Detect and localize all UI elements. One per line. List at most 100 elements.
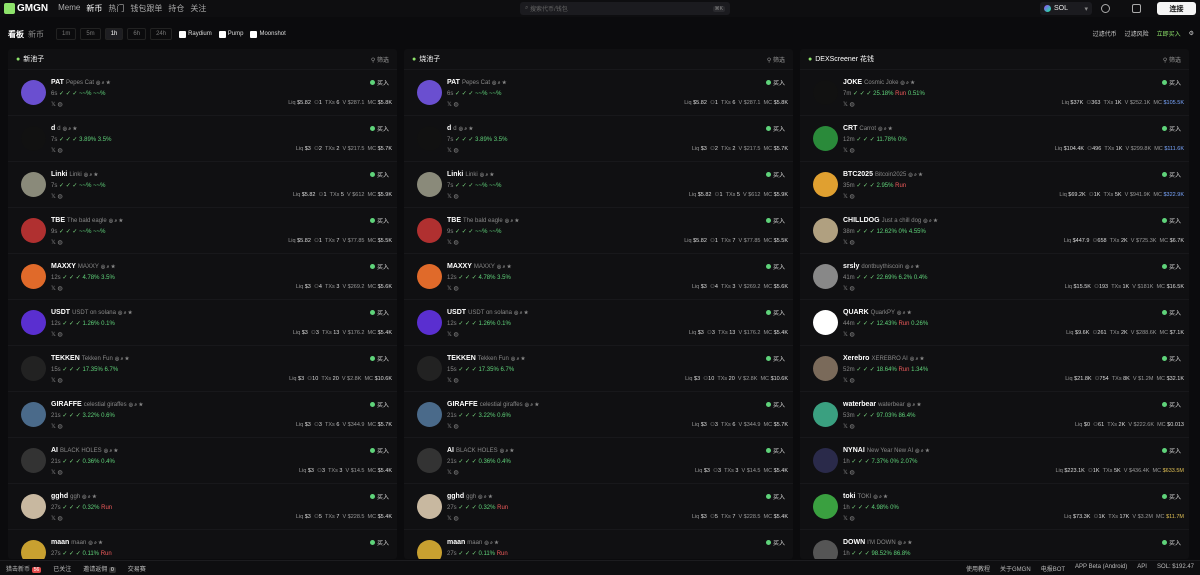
gear-icon[interactable]: ⚙: [1189, 30, 1194, 37]
token-card[interactable]: DOWN I'M DOWN ◎ ⌕ ★ 1h ✓ ✓ ✓ 98.52% 86.8% …: [800, 529, 1189, 559]
token-card[interactable]: Xerebro XEREBRO AI ◎ ⌕ ★ 52m ✓ ✓ ✓ 18.64% …: [800, 345, 1189, 391]
token-social-icons[interactable]: ◎ ⌕ ★: [101, 264, 115, 270]
token-social-icons[interactable]: ◎ ⌕ ★: [511, 356, 525, 362]
timeframe-5m[interactable]: 5m: [80, 28, 101, 40]
buy-button[interactable]: 买入: [369, 308, 389, 317]
token-card[interactable]: AI BLACK HOLES ◎ ⌕ ★ 21s ✓ ✓ ✓ 0.36% 0.4% …: [8, 437, 397, 483]
globe-icon[interactable]: ◍: [850, 470, 855, 476]
tab-board[interactable]: 看板: [8, 29, 24, 40]
token-card[interactable]: CHILLDOG Just a chill dog ◎ ⌕ ★ 38m ✓ ✓ ✓ …: [800, 207, 1189, 253]
buy-button[interactable]: 买入: [1161, 538, 1181, 547]
globe-icon[interactable]: ◍: [58, 470, 63, 476]
token-social-icons[interactable]: ◎ ⌕ ★: [129, 402, 143, 408]
x-icon[interactable]: 𝕏: [447, 194, 452, 200]
x-icon[interactable]: 𝕏: [51, 148, 56, 154]
globe-icon[interactable]: ◍: [454, 286, 459, 292]
token-social-icons[interactable]: ◎ ⌕ ★: [910, 356, 924, 362]
token-avatar[interactable]: [21, 356, 46, 381]
globe-icon[interactable]: ◍: [454, 148, 459, 154]
buy-button[interactable]: 买入: [369, 492, 389, 501]
globe-icon[interactable]: ◍: [454, 378, 459, 384]
token-social-icons[interactable]: ◎ ⌕ ★: [63, 126, 77, 132]
buy-button[interactable]: 买入: [765, 216, 785, 225]
token-card[interactable]: QUARK QuarkPY ◎ ⌕ ★ 44m ✓ ✓ ✓ 12.43% Run 0…: [800, 299, 1189, 345]
x-icon[interactable]: 𝕏: [51, 470, 56, 476]
token-avatar[interactable]: [21, 540, 46, 559]
token-avatar[interactable]: [417, 402, 442, 427]
footer-telegram-bot[interactable]: 电报BOT: [1041, 564, 1065, 573]
token-social-icons[interactable]: ◎ ⌕ ★: [109, 218, 123, 224]
token-card[interactable]: NYNAI New Year New AI ◎ ⌕ ★ 1h ✓ ✓ ✓ 7.37%…: [800, 437, 1189, 483]
buy-button[interactable]: 买入: [1161, 400, 1181, 409]
token-card[interactable]: maanmaan◎ ⌕ ★ 27s ✓ ✓ ✓ 0.11% Run 𝕏 ◍ 买入: [404, 529, 793, 559]
search-input[interactable]: ⌕ 搜索代币/钱包 ⌘K: [520, 2, 730, 15]
buy-button[interactable]: 买入: [369, 170, 389, 179]
token-social-icons[interactable]: ◎ ⌕ ★: [82, 494, 96, 500]
token-social-icons[interactable]: ◎ ⌕ ★: [484, 540, 498, 546]
token-card[interactable]: maanmaan◎ ⌕ ★ 27s ✓ ✓ ✓ 0.11% Run 𝕏 ◍ 买入: [8, 529, 397, 559]
instant-buy-button[interactable]: 立即买入: [1157, 29, 1181, 38]
token-social-icons[interactable]: ◎ ⌕ ★: [900, 80, 914, 86]
token-social-icons[interactable]: ◎ ⌕ ★: [525, 402, 539, 408]
column-filter-button[interactable]: ⚲ 筛选: [1163, 55, 1181, 64]
token-card[interactable]: toki TOKI ◎ ⌕ ★ 1h ✓ ✓ ✓ 4.98% 0% 𝕏 ◍ 买入 L…: [800, 483, 1189, 529]
footer-app-beta[interactable]: APP Beta (Android): [1075, 564, 1127, 573]
globe-icon[interactable]: ◍: [58, 424, 63, 430]
buy-button[interactable]: 买入: [369, 446, 389, 455]
footer-snipe-new[interactable]: 猎击新币 56: [6, 564, 42, 573]
buy-button[interactable]: 买入: [765, 170, 785, 179]
token-avatar[interactable]: [417, 310, 442, 335]
globe-icon[interactable]: ◍: [58, 332, 63, 338]
globe-icon[interactable]: ◍: [58, 516, 63, 522]
buy-button[interactable]: 买入: [1161, 78, 1181, 87]
x-icon[interactable]: 𝕏: [447, 102, 452, 108]
buy-button[interactable]: 买入: [369, 78, 389, 87]
x-icon[interactable]: 𝕏: [447, 240, 452, 246]
token-avatar[interactable]: [21, 402, 46, 427]
x-icon[interactable]: 𝕏: [843, 102, 848, 108]
x-icon[interactable]: 𝕏: [843, 286, 848, 292]
token-social-icons[interactable]: ◎ ⌕ ★: [118, 310, 132, 316]
token-social-icons[interactable]: ◎ ⌕ ★: [514, 310, 528, 316]
token-social-icons[interactable]: ◎ ⌕ ★: [115, 356, 129, 362]
token-card[interactable]: MAXXY MAXXY ◎ ⌕ ★ 12s ✓ ✓ ✓ 4.78% 3.5% 𝕏 ◍…: [8, 253, 397, 299]
logo[interactable]: GMGN: [4, 3, 48, 14]
token-social-icons[interactable]: ◎ ⌕ ★: [88, 540, 102, 546]
token-social-icons[interactable]: ◎ ⌕ ★: [505, 218, 519, 224]
globe-icon[interactable]: ◍: [850, 194, 855, 200]
token-avatar[interactable]: [813, 126, 838, 151]
nav-meme[interactable]: Meme: [58, 3, 80, 14]
token-social-icons[interactable]: ◎ ⌕ ★: [908, 172, 922, 178]
x-icon[interactable]: 𝕏: [51, 286, 56, 292]
buy-button[interactable]: 买入: [1161, 446, 1181, 455]
token-card[interactable]: GIRAFFE celestial giraffes ◎ ⌕ ★ 21s ✓ ✓ ✓…: [404, 391, 793, 437]
token-social-icons[interactable]: ◎ ⌕ ★: [915, 448, 929, 454]
footer-referral[interactable]: 邀请返佣 0: [83, 564, 116, 573]
token-card[interactable]: waterbear waterbear ◎ ⌕ ★ 53m ✓ ✓ ✓ 97.03%…: [800, 391, 1189, 437]
globe-icon[interactable]: ◍: [454, 470, 459, 476]
buy-button[interactable]: 买入: [765, 262, 785, 271]
token-avatar[interactable]: [417, 172, 442, 197]
buy-button[interactable]: 买入: [1161, 216, 1181, 225]
token-avatar[interactable]: [813, 172, 838, 197]
footer-api[interactable]: API: [1137, 564, 1147, 573]
token-avatar[interactable]: [417, 356, 442, 381]
token-avatar[interactable]: [417, 264, 442, 289]
token-avatar[interactable]: [21, 80, 46, 105]
buy-button[interactable]: 买入: [765, 400, 785, 409]
globe-icon[interactable]: ◍: [850, 332, 855, 338]
token-card[interactable]: JOKE Cosmic Joke ◎ ⌕ ★ 7m ✓ ✓ ✓ 25.18% Run…: [800, 69, 1189, 115]
checkbox-moonshot[interactable]: Moonshot: [250, 30, 286, 38]
x-icon[interactable]: 𝕏: [843, 332, 848, 338]
buy-button[interactable]: 买入: [369, 354, 389, 363]
globe-icon[interactable]: ◍: [454, 102, 459, 108]
token-avatar[interactable]: [21, 448, 46, 473]
x-icon[interactable]: 𝕏: [447, 378, 452, 384]
globe-icon[interactable]: ◍: [454, 194, 459, 200]
token-card[interactable]: USDT USDT on solana ◎ ⌕ ★ 12s ✓ ✓ ✓ 1.26% …: [404, 299, 793, 345]
globe-icon[interactable]: ◍: [58, 102, 63, 108]
buy-button[interactable]: 买入: [369, 262, 389, 271]
token-social-icons[interactable]: ◎ ⌕ ★: [500, 448, 514, 454]
globe-icon[interactable]: ◍: [850, 424, 855, 430]
token-social-icons[interactable]: ◎ ⌕ ★: [478, 494, 492, 500]
